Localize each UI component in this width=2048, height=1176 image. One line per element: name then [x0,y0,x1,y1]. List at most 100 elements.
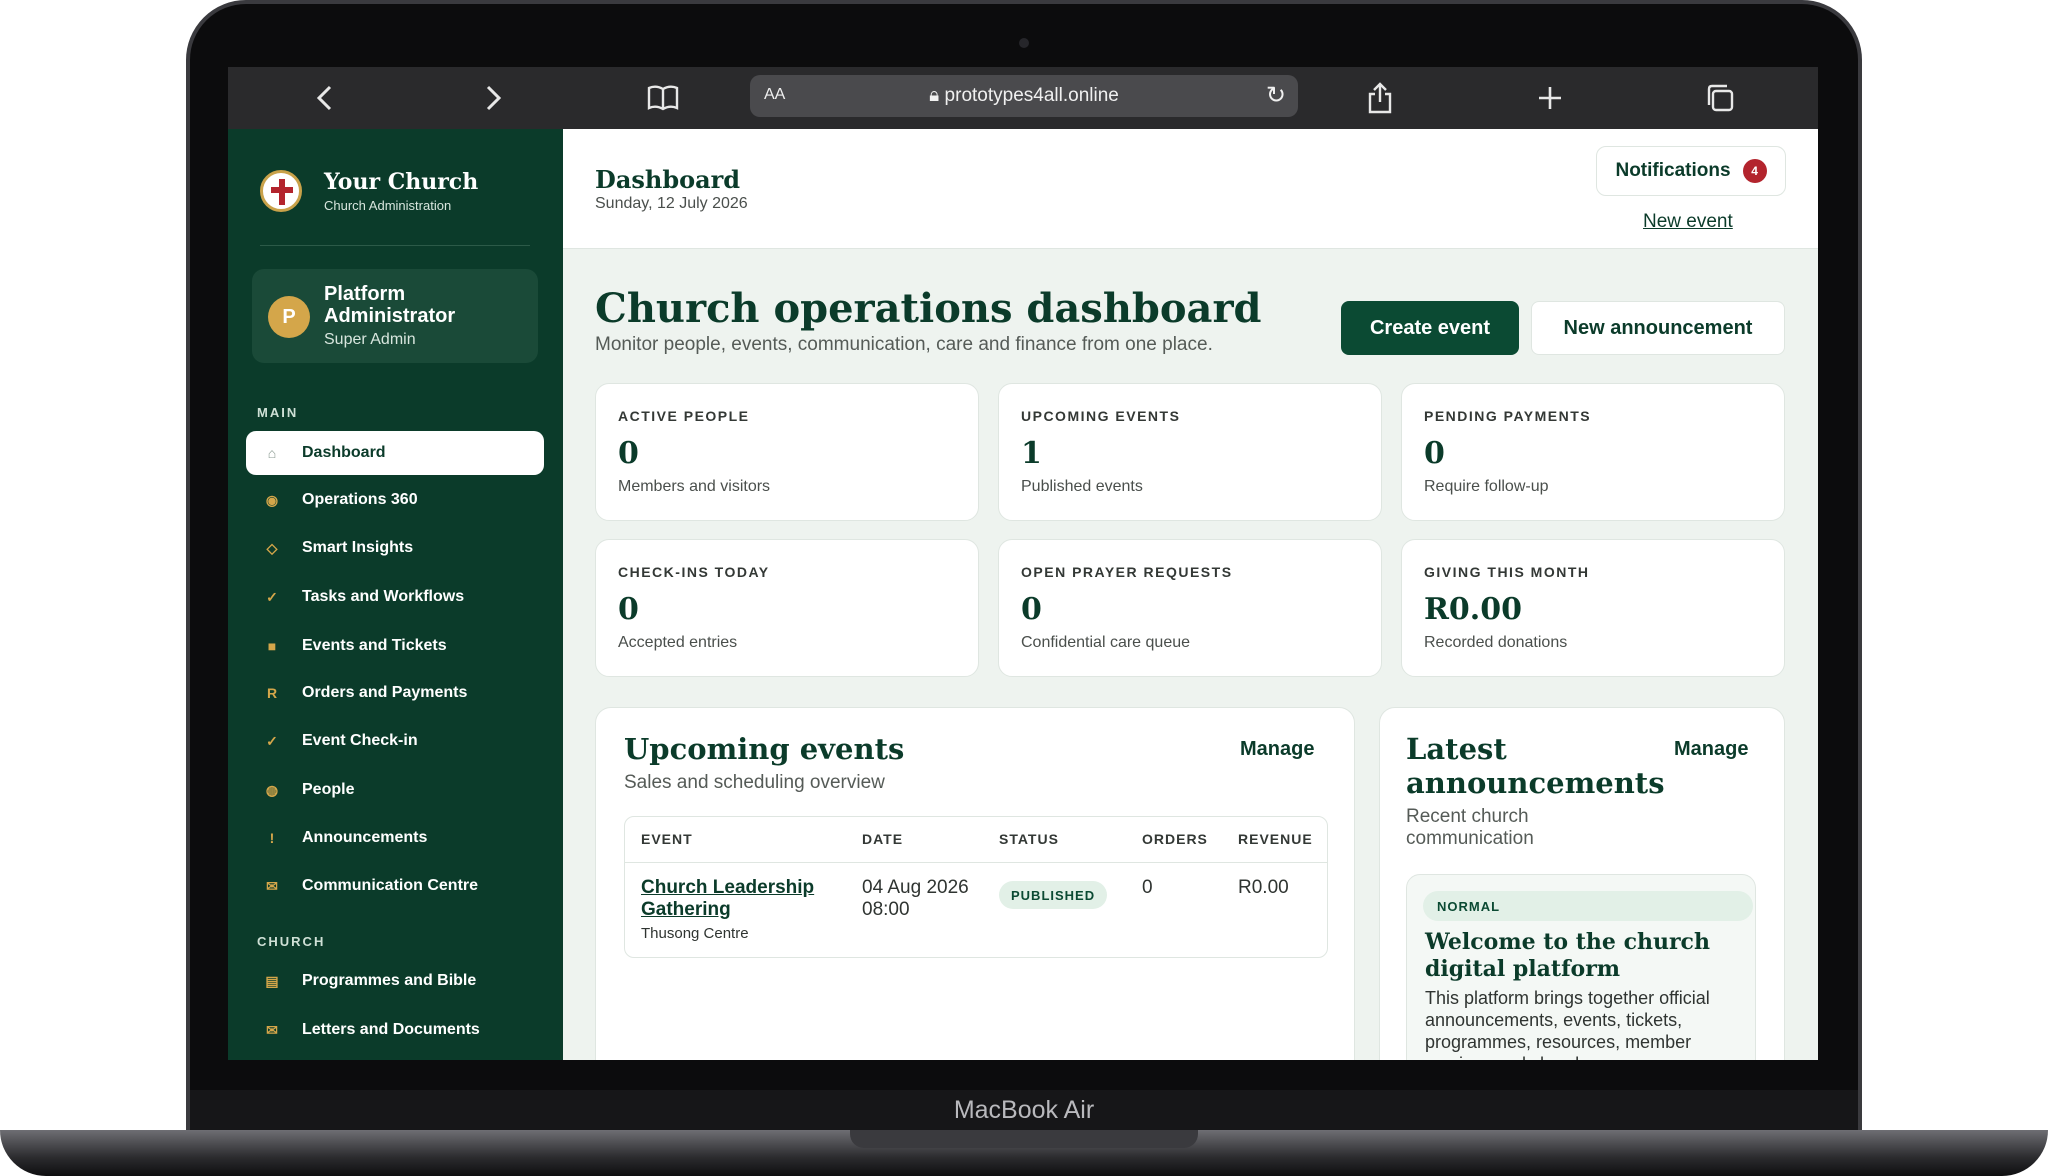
event-date: 04 Aug 2026 08:00 [862,877,969,920]
notifications-button[interactable]: Notifications 4 [1596,146,1786,196]
announcements-panel: Latest announcements Recent church commu… [1379,707,1785,1060]
notification-count-badge: 4 [1742,159,1767,183]
notifications-label: Notifications [1615,160,1731,181]
user-card[interactable]: P Platform Administrator Super Admin [252,269,538,363]
sidebar-item-people[interactable]: ◍ People [246,768,544,812]
sidebar-item-orders[interactable]: R Orders and Payments [246,671,544,715]
stat-label: CHECK-INS TODAY [618,564,770,580]
sidebar-item-label: Operations 360 [302,491,418,508]
lock-icon: 🔒︎ [929,85,940,106]
events-table: EVENT DATE STATUS ORDERS REVENUE Church … [624,816,1328,958]
announcement-body: This platform brings together official a… [1425,988,1710,1060]
laptop-notch [850,1130,1198,1148]
forward-icon[interactable] [476,81,510,115]
sidebar-item-label: Programmes and Bible [302,972,477,989]
alert-icon: ! [269,830,275,846]
check-icon: ✓ [266,732,278,749]
stat-value: 0 [1424,436,1445,471]
nav-section-church: CHURCH [257,934,326,949]
sidebar-item-announcements[interactable]: ! Announcements [246,816,544,860]
stat-caption: Recorded donations [1424,634,1568,651]
column-header: STATUS [999,831,1059,847]
stat-caption: Published events [1021,478,1143,495]
device-label: MacBook Air [953,1096,1095,1124]
tabs-icon[interactable] [1703,81,1737,115]
manage-events-link[interactable]: Manage [1240,738,1314,761]
stat-value: 0 [618,436,639,471]
sidebar-item-label: Communication Centre [302,877,479,894]
sidebar-item-label: Smart Insights [302,539,414,556]
stat-label: GIVING THIS MONTH [1424,564,1590,580]
event-orders: 0 [1142,877,1153,898]
sidebar-item-check-in[interactable]: ✓ Event Check-in [246,719,544,763]
calendar-icon: ■ [267,638,277,654]
status-badge: PUBLISHED [999,881,1108,909]
back-icon[interactable] [308,81,342,115]
url-host-row: 🔒︎ prototypes4all.online [750,85,1298,107]
reload-icon[interactable]: ↻ [1266,81,1286,110]
announcement-card[interactable]: NORMAL Welcome to the church digital pla… [1406,874,1756,1060]
dashboard-heading: Church operations dashboard [595,285,1262,332]
top-bar: Dashboard Sunday, 12 July 2026 Notificat… [563,129,1818,249]
stat-card-pending-payments[interactable]: PENDING PAYMENTS 0 Require follow-up [1401,383,1785,521]
upcoming-events-panel: Upcoming events Sales and scheduling ove… [595,707,1355,1060]
sidebar-divider [260,245,530,246]
column-header: REVENUE [1238,831,1313,847]
home-icon: ⌂ [267,445,277,461]
event-name-link[interactable]: Church Leadership Gathering [641,877,841,921]
share-icon[interactable] [1363,81,1397,115]
mail-icon: ✉ [266,877,278,894]
announcement-title: Welcome to the church digital platform [1425,929,1710,982]
sidebar-item-tasks[interactable]: ✓ Tasks and Workflows [246,575,544,619]
stat-caption: Confidential care queue [1021,634,1191,651]
column-header: DATE [862,831,904,847]
panel-title: Upcoming events [624,732,905,766]
event-venue: Thusong Centre [641,925,749,942]
stat-value: 0 [618,592,639,627]
event-cell: Church Leadership Gathering Thusong Cent… [641,877,841,945]
avatar: P [268,296,310,338]
stat-card-prayer-requests[interactable]: OPEN PRAYER REQUESTS 0 Confidential care… [998,539,1382,677]
stat-card-check-ins[interactable]: CHECK-INS TODAY 0 Accepted entries [595,539,979,677]
stat-card-upcoming-events[interactable]: UPCOMING EVENTS 1 Published events [998,383,1382,521]
sidebar-item-label: People [302,781,355,798]
church-logo-icon [260,170,302,212]
sidebar-item-dashboard[interactable]: ⌂ Dashboard [246,431,544,475]
panel-subtitle: Sales and scheduling overview [624,772,885,793]
stat-value: R0.00 [1424,592,1522,627]
brand[interactable]: Your Church Church Administration [260,169,478,213]
stat-label: OPEN PRAYER REQUESTS [1021,564,1233,580]
create-event-button[interactable]: Create event [1341,301,1519,355]
sidebar: Your Church Church Administration P Plat… [228,129,563,1060]
stat-label: UPCOMING EVENTS [1021,408,1181,424]
book-icon: ▤ [265,972,279,989]
sidebar-item-letters[interactable]: ✉ Letters and Documents [246,1008,544,1052]
stat-card-active-people[interactable]: ACTIVE PEOPLE 0 Members and visitors [595,383,979,521]
column-header: ORDERS [1142,831,1208,847]
sidebar-item-label: Tasks and Workflows [302,588,465,605]
new-announcement-button[interactable]: New announcement [1531,301,1785,355]
stat-card-giving[interactable]: GIVING THIS MONTH R0.00 Recorded donatio… [1401,539,1785,677]
people-icon: ◍ [265,781,279,798]
sidebar-item-label: Dashboard [302,444,386,461]
brand-subtitle: Church Administration [324,198,452,213]
stat-label: ACTIVE PEOPLE [618,408,750,424]
sidebar-item-communication[interactable]: ✉ Communication Centre [246,864,544,908]
panel-title: Latest announcements [1406,732,1665,800]
stat-caption: Accepted entries [618,634,738,651]
sidebar-item-smart-insights[interactable]: ◇ Smart Insights [246,526,544,570]
diamond-icon: ◇ [266,539,278,556]
check-icon: ✓ [266,588,278,605]
brand-name: Your Church [324,169,479,195]
sidebar-item-operations-360[interactable]: ◉ Operations 360 [246,478,544,522]
address-bar[interactable]: AA 🔒︎ prototypes4all.online ↻ [750,75,1298,117]
sidebar-item-label: Letters and Documents [302,1021,480,1038]
sidebar-item-events[interactable]: ■ Events and Tickets [246,624,544,668]
screen: AA 🔒︎ prototypes4all.online ↻ Your Churc… [228,67,1818,1060]
sidebar-item-programmes[interactable]: ▤ Programmes and Bible [246,959,544,1003]
reader-icon[interactable] [646,81,680,115]
new-event-link[interactable]: New event [1643,211,1733,233]
manage-announcements-link[interactable]: Manage [1674,738,1748,761]
panel-subtitle: Recent church communication [1406,806,1534,849]
new-tab-icon[interactable] [1533,81,1567,115]
